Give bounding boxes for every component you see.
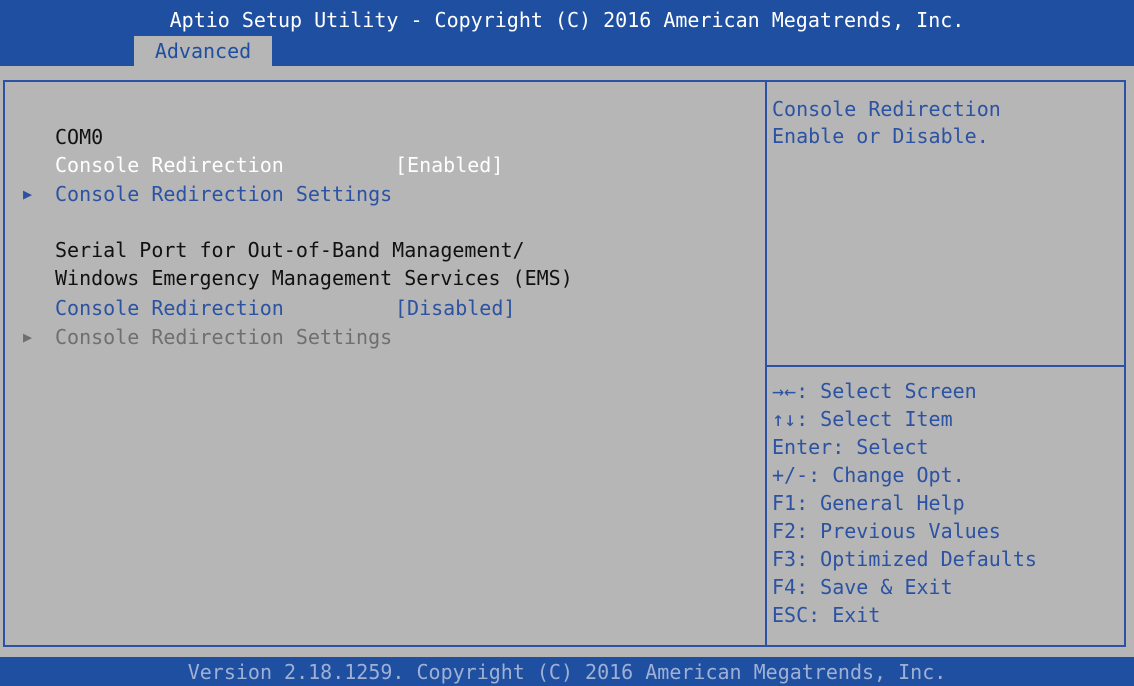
key-hint-exit: ESC: Exit xyxy=(772,603,881,627)
key-hint-select-screen: →←: Select Screen xyxy=(772,379,977,403)
key-hint-previous-values: F2: Previous Values xyxy=(772,519,1001,543)
submenu-arrow-icon: ▶ xyxy=(23,185,33,203)
key-hint-select-item: ↑↓: Select Item xyxy=(772,407,953,431)
key-hint-change-opt: +/-: Change Opt. xyxy=(772,463,965,487)
section-title-ems-line2: Windows Emergency Management Services (E… xyxy=(55,266,573,290)
submenu-console-redirection-settings-ems: Console Redirection Settings xyxy=(55,325,393,349)
submenu-console-redirection-settings-com0[interactable]: Console Redirection Settings xyxy=(55,181,392,207)
key-hint-enter: Enter: Select xyxy=(772,435,929,459)
main-frame: COM0 Console Redirection [Enabled] ▶ Con… xyxy=(3,80,1126,647)
footer-bar: Version 2.18.1259. Copyright (C) 2016 Am… xyxy=(0,657,1134,686)
setting-label-console-redirection-ems[interactable]: Console Redirection xyxy=(55,295,284,321)
key-hint-general-help: F1: General Help xyxy=(772,491,965,515)
key-hint-save-exit: F4: Save & Exit xyxy=(772,575,953,599)
help-text-line1: Console Redirection xyxy=(772,97,1001,121)
setting-value-console-redirection-ems[interactable]: [Disabled] xyxy=(395,295,515,321)
section-title-com0: COM0 xyxy=(55,125,104,149)
key-hint-optimized-defaults: F3: Optimized Defaults xyxy=(772,547,1037,571)
tab-advanced[interactable]: Advanced xyxy=(134,36,272,66)
help-text-line2: Enable or Disable. xyxy=(772,124,989,148)
setting-value-console-redirection-com0[interactable]: [Enabled] xyxy=(395,152,503,178)
version-footer-text: Version 2.18.1259. Copyright (C) 2016 Am… xyxy=(187,660,947,684)
header-bar: Aptio Setup Utility - Copyright (C) 2016… xyxy=(0,0,1134,66)
setting-label-console-redirection-com0[interactable]: Console Redirection xyxy=(55,152,284,178)
panel-divider-vertical xyxy=(765,82,767,645)
panel-divider-horizontal xyxy=(767,365,1124,367)
submenu-arrow-icon-disabled: ▶ xyxy=(23,328,33,346)
section-title-ems-line1: Serial Port for Out-of-Band Management/ xyxy=(55,238,525,262)
app-title: Aptio Setup Utility - Copyright (C) 2016… xyxy=(169,8,965,32)
